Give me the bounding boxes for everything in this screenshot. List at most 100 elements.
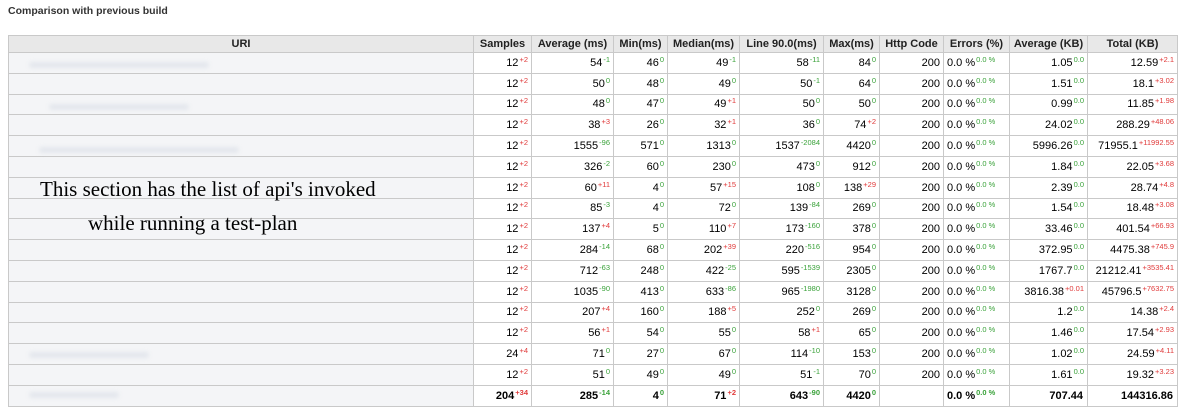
col-header-average-ms[interactable]: Average (ms) (531, 35, 614, 53)
uri-cell[interactable] (8, 301, 474, 324)
http-code-cell: 200 (879, 218, 944, 241)
http-code-value: 200 (921, 285, 940, 298)
average-ms-value: 284 (579, 244, 599, 257)
line90-ms-delta: -1980 (800, 283, 820, 293)
average-kb-value: 3816.38 (1024, 285, 1065, 298)
min-ms-delta: 0 (659, 96, 664, 106)
average-kb-value: 0.99 (1051, 98, 1073, 111)
col-header-uri[interactable]: URI (8, 35, 474, 53)
max-ms-cell: 3780 (823, 218, 880, 241)
uri-cell[interactable] (8, 93, 474, 116)
uri-cell[interactable] (8, 52, 474, 74)
uri-cell[interactable] (8, 259, 474, 282)
http-code-cell: 200 (879, 52, 944, 74)
median-ms-value: 422 (705, 264, 725, 277)
uri-cell[interactable] (8, 280, 474, 303)
line90-ms-cell: 173-160 (739, 218, 824, 241)
min-ms-delta: 0 (659, 117, 664, 127)
average-ms-value: 38 (588, 119, 601, 132)
errors-value: 0.0 % (947, 140, 976, 153)
total-kb-value: 18.48 (1126, 202, 1155, 215)
min-ms-cell: 4130 (613, 280, 668, 303)
http-code-value: 200 (921, 368, 940, 381)
col-header-http-code[interactable]: Http Code (879, 35, 944, 53)
samples-value: 12 (506, 202, 519, 215)
col-header-line90-ms[interactable]: Line 90.0(ms) (739, 35, 824, 53)
uri-cell[interactable] (8, 343, 474, 365)
median-ms-delta: +2 (727, 387, 736, 397)
total-kb-cell: 22.05+3.68 (1087, 155, 1178, 178)
uri-cell[interactable] (8, 72, 474, 95)
total-kb-delta: +2.4 (1159, 304, 1174, 314)
samples-delta: +2 (519, 262, 528, 272)
errors-delta: 0.0 % (976, 96, 996, 106)
total-kb-value: 144316.86 (1121, 389, 1173, 402)
total-kb-cell: 19.32+3.23 (1087, 363, 1178, 386)
samples-delta: +2 (519, 179, 528, 189)
annotation-line-2: while running a test-plan (88, 211, 298, 235)
total-kb-cell: 18.1+3.02 (1087, 72, 1178, 95)
errors-delta: 0.0 % (976, 387, 996, 397)
average-ms-delta: -63 (599, 262, 610, 272)
uri-cell[interactable] (8, 239, 474, 261)
min-ms-cell: 40 (613, 384, 668, 407)
col-header-max-ms[interactable]: Max(ms) (823, 35, 880, 53)
http-code-value: 200 (921, 119, 940, 132)
col-header-min-ms[interactable]: Min(ms) (613, 35, 668, 53)
total-kb-value: 288.29 (1116, 119, 1150, 132)
col-header-samples[interactable]: Samples (473, 35, 532, 53)
average-kb-cell: 2.390.0 (1009, 176, 1088, 199)
samples-value: 12 (506, 119, 519, 132)
median-ms-delta: -25 (725, 262, 736, 272)
total-kb-value: 24.59 (1127, 348, 1155, 361)
http-code-value: 200 (921, 244, 940, 257)
uri-cell[interactable] (8, 135, 474, 157)
average-kb-cell: 24.020.0 (1009, 114, 1088, 137)
max-ms-value: 65 (858, 327, 871, 340)
samples-delta: +34 (515, 387, 528, 397)
min-ms-value: 27 (646, 348, 659, 361)
min-ms-value: 248 (640, 264, 659, 277)
col-header-average-kb[interactable]: Average (KB) (1009, 35, 1088, 53)
total-kb-value: 14.38 (1130, 306, 1159, 319)
table-row: 24+4 710 270 670 114-10 1530 200 0.0 %0.0 % 1.02… (8, 343, 1178, 365)
errors-delta: 0.0 % (976, 325, 996, 335)
errors-delta: 0.0 % (976, 200, 996, 210)
average-ms-delta: -1 (603, 54, 610, 64)
line90-ms-delta: -90 (809, 387, 820, 397)
min-ms-value: 5 (652, 223, 659, 236)
col-header-median-ms[interactable]: Median(ms) (667, 35, 740, 53)
line90-ms-delta: -2084 (800, 138, 820, 148)
uri-cell[interactable] (8, 363, 474, 386)
max-ms-value: 2305 (846, 264, 871, 277)
uri-cell[interactable] (8, 384, 474, 407)
median-ms-cell: 633-86 (667, 280, 740, 303)
total-kb-delta: +3.02 (1155, 75, 1174, 85)
errors-value: 0.0 % (947, 119, 976, 132)
max-ms-value: 269 (852, 202, 871, 215)
errors-cell: 0.0 %0.0 % (943, 197, 1010, 220)
http-code-cell: 200 (879, 155, 944, 178)
http-code-value: 200 (921, 77, 940, 90)
samples-delta: +2 (519, 304, 528, 314)
http-code-value: 200 (921, 306, 940, 319)
http-code-value: 200 (921, 140, 940, 153)
average-ms-value: 712 (579, 264, 599, 277)
uri-cell[interactable] (8, 322, 474, 345)
line90-ms-cell: 50-1 (739, 72, 824, 95)
samples-value: 12 (506, 223, 519, 236)
average-kb-delta: 0.0 (1073, 366, 1084, 376)
median-ms-delta: 0 (731, 138, 736, 148)
samples-delta: +2 (519, 242, 528, 252)
col-header-total-kb[interactable]: Total (KB) (1087, 35, 1178, 53)
min-ms-delta: 0 (659, 325, 664, 335)
line90-ms-delta: -1539 (800, 262, 820, 272)
average-ms-cell: 1555-96 (531, 135, 614, 157)
average-kb-delta: 0.0 (1073, 200, 1084, 210)
errors-cell: 0.0 %0.0 % (943, 384, 1010, 407)
median-ms-value: 55 (718, 327, 731, 340)
uri-cell[interactable] (8, 114, 474, 137)
median-ms-value: 1313 (706, 140, 731, 153)
http-code-value: 200 (921, 202, 940, 215)
col-header-errors[interactable]: Errors (%) (943, 35, 1010, 53)
